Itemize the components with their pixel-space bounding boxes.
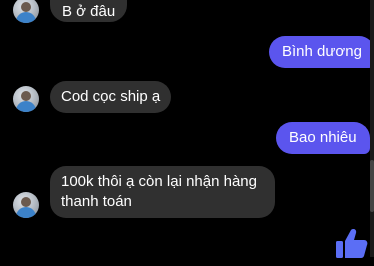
message-text: Cod cọc ship ạ (61, 88, 161, 105)
message-text: Bao nhiêu (289, 129, 357, 146)
message-bubble-incoming[interactable]: B ở đâu (50, 0, 128, 22)
contact-avatar[interactable] (13, 0, 39, 23)
message-text: B ở đâu (62, 3, 116, 20)
message-text-line: thanh toán (61, 193, 132, 210)
contact-avatar[interactable] (13, 86, 39, 112)
message-bubble-incoming[interactable]: 100k thôi ạ còn lại nhận hàng thanh toán (50, 166, 275, 218)
message-text-line: 100k thôi ạ còn lại nhận hàng (61, 173, 257, 190)
scrollbar-thumb[interactable] (370, 160, 374, 212)
message-bubble-outgoing[interactable]: Bình dương (269, 36, 374, 68)
message-text: Bình dương (282, 43, 362, 60)
thumbs-up-icon[interactable] (334, 227, 368, 261)
message-bubble-outgoing[interactable]: Bao nhiêu (276, 122, 370, 154)
scrollbar[interactable] (370, 0, 374, 257)
contact-avatar[interactable] (13, 192, 39, 218)
message-bubble-incoming[interactable]: Cod cọc ship ạ (50, 81, 172, 113)
